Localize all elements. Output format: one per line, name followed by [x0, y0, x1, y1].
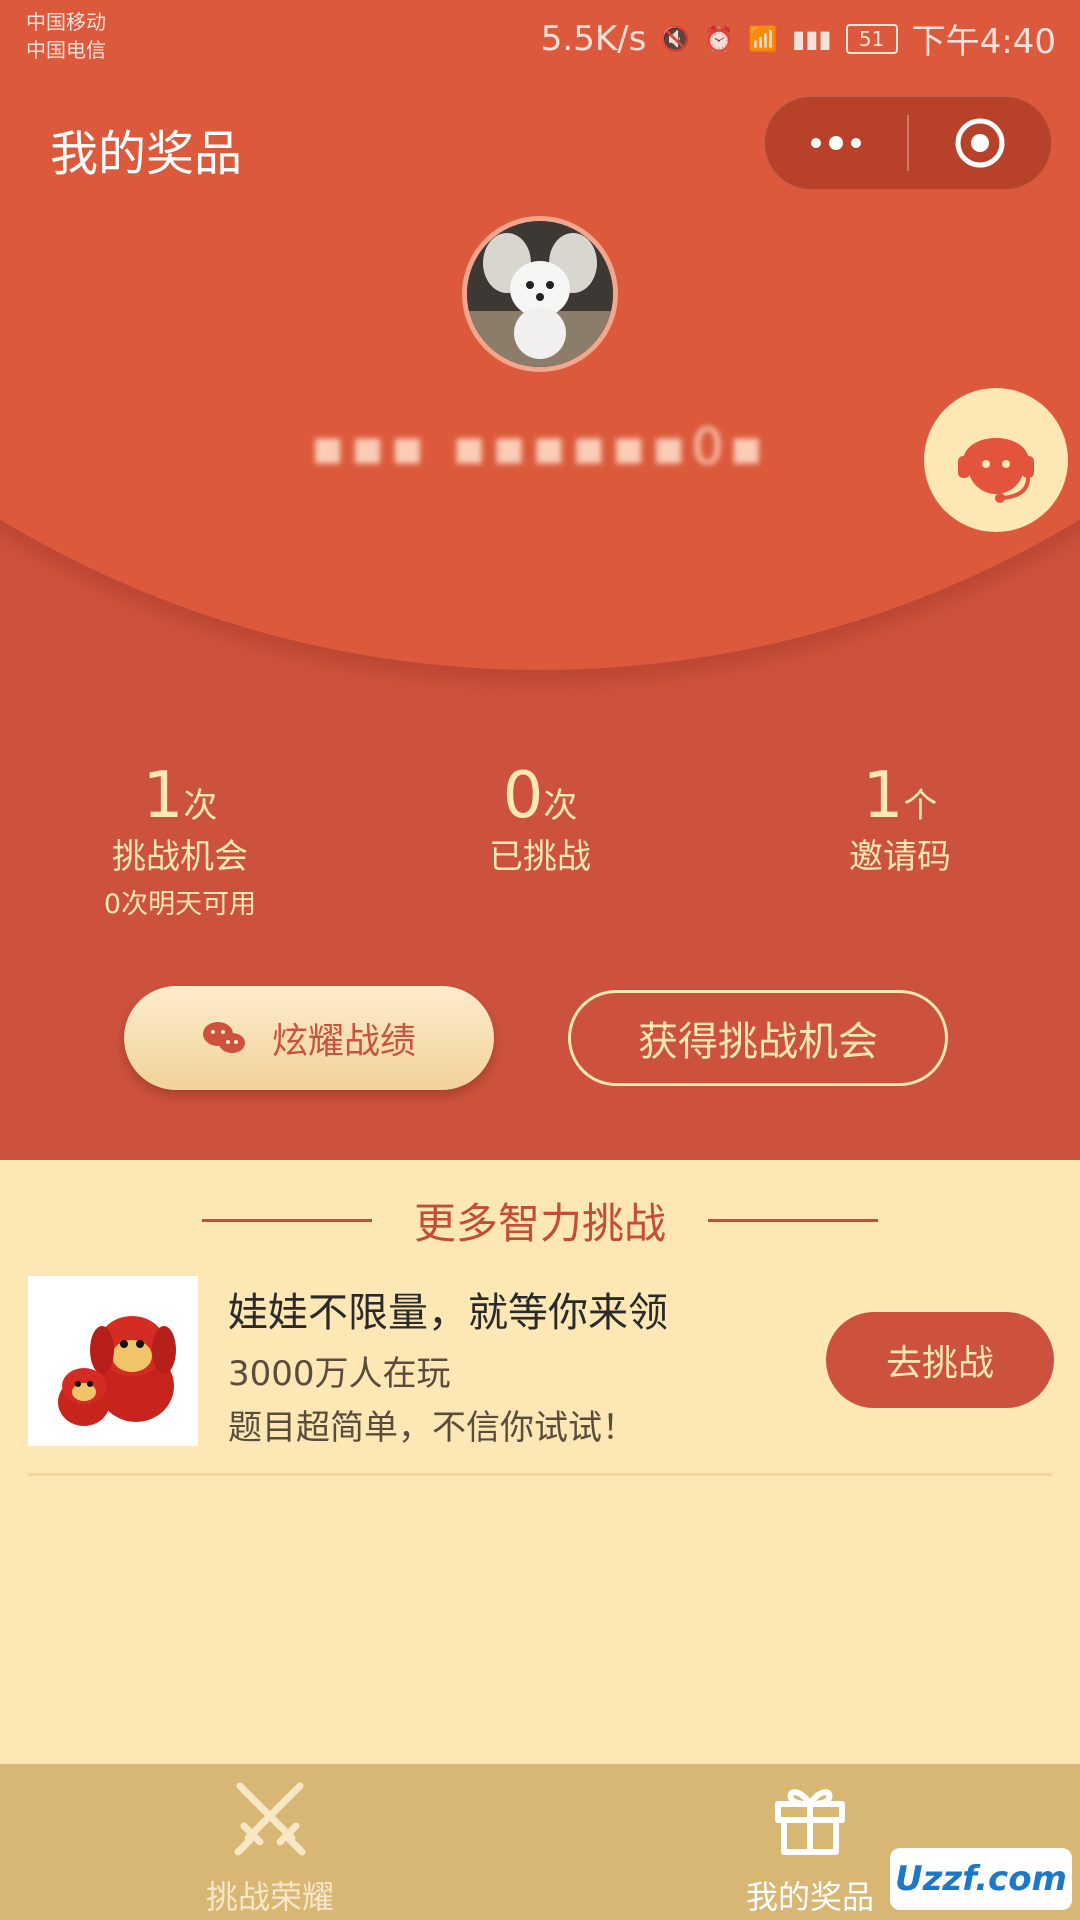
- miniprogram-capsule: [764, 96, 1052, 190]
- alarm-icon: ⏰: [704, 24, 735, 53]
- card-description: 题目超简单，不信你试试！: [228, 1408, 636, 1448]
- chances-sub: 0次明天可用: [103, 889, 257, 920]
- customer-service-icon: [958, 438, 1034, 503]
- header-line-right: [708, 1218, 878, 1222]
- page-title: 我的奖品: [50, 126, 243, 182]
- get-chance-button[interactable]: 获得挑战机会: [568, 990, 948, 1086]
- more-challenges-title: 更多智力挑战: [413, 1198, 666, 1248]
- show-off-button[interactable]: 炫耀战绩: [124, 986, 494, 1090]
- more-challenges-header: 更多智力挑战: [0, 1190, 1080, 1250]
- gift-icon: [775, 1789, 845, 1855]
- mute-icon: 🔇: [660, 24, 691, 53]
- stats-row: 1次 挑战机会 0次明天可用 0次 已挑战 1个 邀请码: [0, 760, 1080, 920]
- more-menu-button[interactable]: [765, 97, 907, 189]
- clock: 下午4:40: [911, 22, 1056, 62]
- invite-value: 1: [862, 759, 904, 833]
- carrier-1: 中国移动: [26, 10, 106, 34]
- challenged-unit: 次: [543, 786, 578, 826]
- wechat-icon: [202, 1022, 245, 1053]
- chances-label: 挑战机会: [112, 837, 248, 877]
- chances-unit: 次: [183, 786, 218, 826]
- challenge-card[interactable]: 娃娃不限量，就等你来领 3000万人在玩 题目超简单，不信你试试！ 去挑战: [28, 1276, 1054, 1476]
- invite-unit: 个: [903, 786, 938, 826]
- tab-challenge-glory-label: 挑战荣耀: [205, 1878, 334, 1916]
- status-bar: 中国移动 中国电信 5.5K/s 🔇 ⏰ 📶 ▮▮▮ 51 下午4:40: [0, 0, 1080, 72]
- username-blurred: ▪▪▪ ▪▪▪▪▪▪0▪: [310, 418, 770, 476]
- battery-icon: 51: [845, 23, 898, 54]
- watermark-logo: Uzzf.com: [890, 1848, 1072, 1910]
- carrier-info: 中国移动 中国电信: [26, 8, 106, 64]
- stat-invite-codes[interactable]: 1个 邀请码: [720, 760, 1080, 882]
- card-title: 娃娃不限量，就等你来领: [228, 1290, 668, 1336]
- crossed-swords-icon: [234, 1782, 306, 1856]
- signal-icon: ▮▮▮: [792, 24, 832, 53]
- customer-service-button[interactable]: [924, 388, 1068, 532]
- invite-label: 邀请码: [849, 837, 951, 877]
- dog-avatar-image: [467, 221, 613, 367]
- more-dots-icon: [811, 136, 861, 150]
- status-icons: 5.5K/s 🔇 ⏰ 📶 ▮▮▮ 51 下午4:40: [541, 14, 1056, 63]
- header-line-left: [201, 1218, 372, 1222]
- carrier-2: 中国电信: [26, 38, 106, 62]
- challenged-value: 0: [502, 759, 544, 833]
- target-close-icon: [955, 118, 1005, 168]
- show-off-label: 炫耀战绩: [271, 1021, 416, 1062]
- tab-challenge-glory[interactable]: 挑战荣耀: [0, 1764, 540, 1920]
- chances-value: 1: [142, 759, 184, 833]
- stat-challenged: 0次 已挑战: [360, 760, 720, 882]
- card-players: 3000万人在玩: [228, 1354, 451, 1394]
- stat-chances: 1次 挑战机会 0次明天可用: [0, 760, 360, 928]
- plush-toy-image: [28, 1276, 198, 1446]
- avatar[interactable]: [462, 216, 618, 372]
- go-challenge-button[interactable]: 去挑战: [826, 1312, 1054, 1408]
- net-speed: 5.5K/s: [540, 18, 647, 59]
- header-area: 中国移动 中国电信 5.5K/s 🔇 ⏰ 📶 ▮▮▮ 51 下午4:40 我的奖…: [0, 0, 1080, 1160]
- wifi-icon: 📶: [748, 24, 779, 53]
- plush-dog-icon: [28, 1276, 198, 1446]
- challenged-label: 已挑战: [489, 837, 591, 877]
- close-button[interactable]: [909, 97, 1051, 189]
